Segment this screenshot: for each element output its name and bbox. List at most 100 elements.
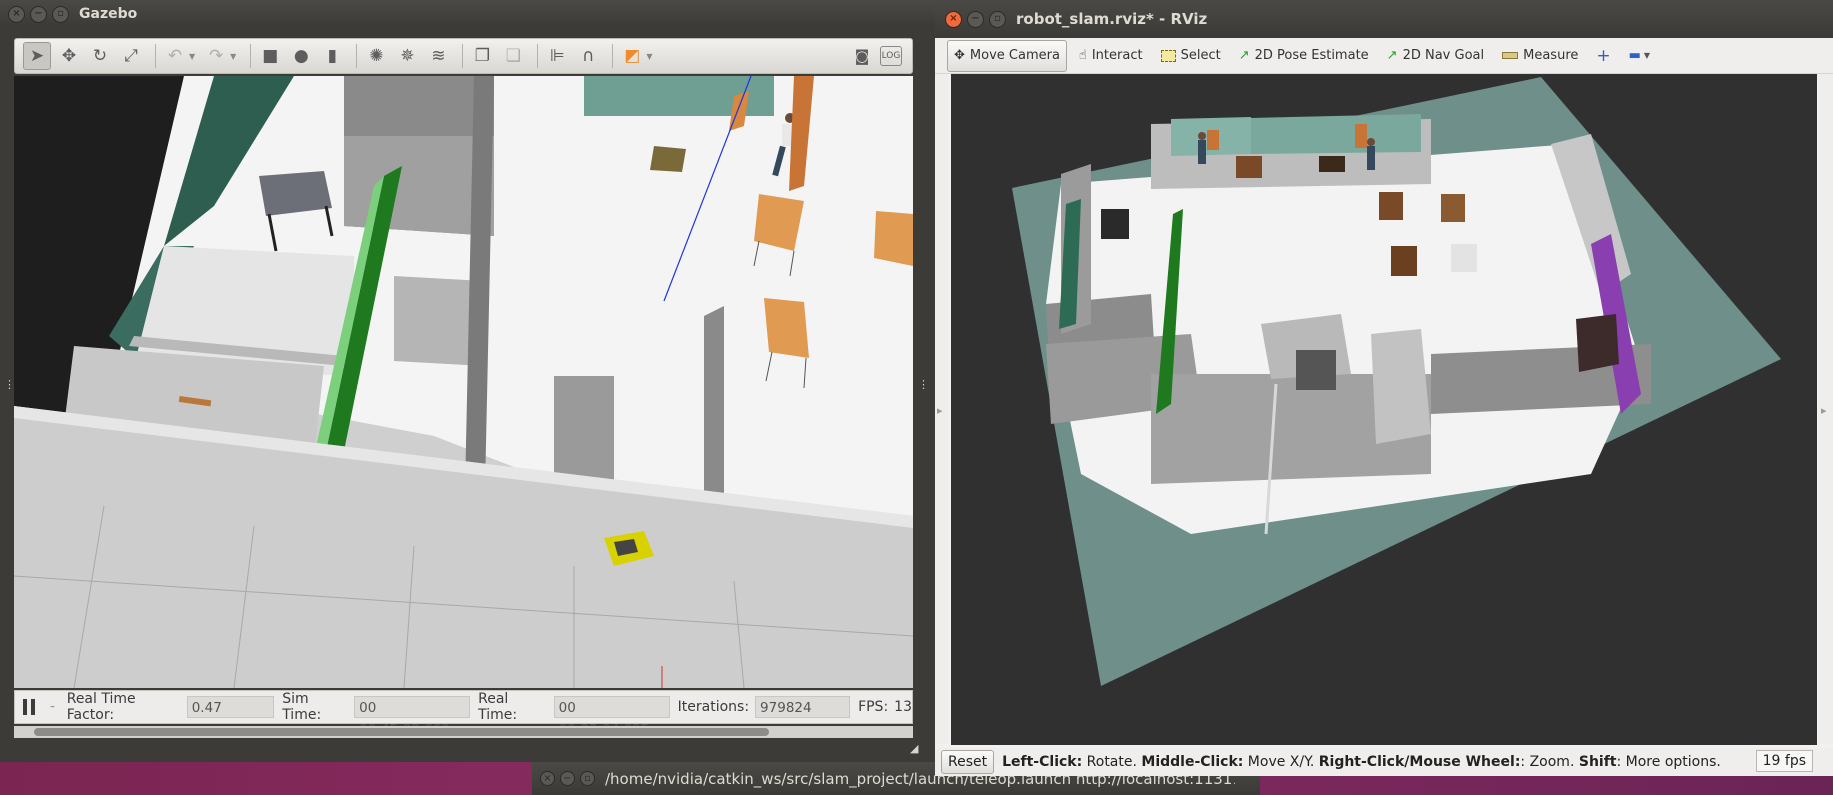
measure-tool[interactable]: Measure bbox=[1496, 41, 1584, 71]
real-time-value: 00 00:33:04.095 bbox=[553, 696, 670, 738]
redo-button[interactable]: ↷ bbox=[203, 43, 229, 69]
copy-button[interactable]: ❐ bbox=[469, 43, 495, 69]
close-window-button[interactable]: × bbox=[945, 10, 962, 28]
table bbox=[1319, 156, 1345, 172]
select-tool[interactable]: Select bbox=[1155, 41, 1227, 71]
toolbar-separator bbox=[155, 44, 156, 68]
view-angle-dropdown-icon[interactable]: ▼ bbox=[646, 52, 652, 61]
toolbar-separator bbox=[462, 44, 464, 68]
align-icon: ⊫ bbox=[549, 46, 565, 66]
move-camera-tool[interactable]: ✥ Move Camera bbox=[947, 39, 1067, 72]
directional-light-button[interactable]: ≋ bbox=[425, 43, 451, 69]
real-time-factor-value: 0.47 bbox=[186, 696, 275, 718]
measure-label: Measure bbox=[1523, 48, 1579, 63]
partition-wall bbox=[704, 306, 724, 506]
pause-icon bbox=[31, 699, 35, 715]
sphere-icon: ● bbox=[293, 46, 309, 66]
gazebo-title-bar[interactable]: × − ▫ Gazebo bbox=[0, 0, 935, 28]
rotate-icon: ↻ bbox=[92, 46, 108, 66]
horizontal-scrollbar[interactable] bbox=[14, 726, 913, 738]
left-panel-collapse-rail[interactable]: ▸ bbox=[935, 74, 948, 744]
shift-desc: : More options. bbox=[1616, 754, 1721, 770]
add-tool-button[interactable]: + bbox=[1590, 41, 1616, 71]
terminal-maximize-button[interactable]: ▫ bbox=[580, 771, 595, 786]
minimize-window-button[interactable]: − bbox=[967, 10, 984, 28]
magnet-icon: ∩ bbox=[582, 46, 595, 66]
log-button[interactable]: LOG bbox=[880, 46, 902, 66]
redo-dropdown-icon[interactable]: ▼ bbox=[230, 52, 236, 61]
move-arrows-icon: ✥ bbox=[61, 46, 77, 66]
toolbar-separator bbox=[537, 44, 539, 68]
right-splitter-handle[interactable]: ⋮ bbox=[918, 378, 929, 391]
left-splitter-handle[interactable]: ⋮ bbox=[4, 378, 15, 391]
minimize-icon: − bbox=[34, 8, 43, 19]
cube-view-icon: ◩ bbox=[624, 46, 641, 66]
terminal-close-button[interactable]: × bbox=[540, 771, 555, 786]
rviz-window: × − ▫ robot_slam.rviz* - RViz ✥ Move Cam… bbox=[935, 0, 1833, 776]
point-light-button[interactable]: ✺ bbox=[363, 43, 389, 69]
minimize-icon: − bbox=[563, 772, 572, 784]
shift-label: Shift bbox=[1578, 754, 1617, 770]
point-cloud-wall-green bbox=[1251, 114, 1421, 154]
maximize-icon: ▫ bbox=[994, 13, 1001, 24]
table bbox=[1236, 156, 1262, 178]
scrollbar-thumb[interactable] bbox=[34, 728, 769, 736]
iterations-label: Iterations: bbox=[677, 699, 750, 715]
door-orange bbox=[1207, 130, 1219, 150]
snap-button[interactable]: ∩ bbox=[575, 43, 601, 69]
minimize-icon: − bbox=[971, 13, 980, 24]
rotate-mode-button[interactable]: ↻ bbox=[87, 43, 113, 69]
undo-dropdown-icon[interactable]: ▼ bbox=[189, 52, 195, 61]
table bbox=[1441, 194, 1465, 222]
undo-button[interactable]: ↶ bbox=[162, 43, 188, 69]
rviz-3d-viewport[interactable] bbox=[951, 74, 1817, 745]
close-icon: × bbox=[949, 13, 958, 24]
spot-light-button[interactable]: ✵ bbox=[394, 43, 420, 69]
collapse-left-icon: ▸ bbox=[937, 404, 943, 417]
table bbox=[650, 146, 686, 172]
scale-icon: ⤢ bbox=[124, 46, 138, 66]
close-window-button[interactable]: × bbox=[8, 5, 25, 23]
nav-goal-tool[interactable]: ↗ 2D Nav Goal bbox=[1381, 41, 1490, 71]
pose-estimate-tool[interactable]: ↗ 2D Pose Estimate bbox=[1233, 41, 1375, 71]
box-shape-button[interactable]: ■ bbox=[257, 43, 283, 69]
screenshot-button[interactable]: ◙ bbox=[849, 43, 875, 69]
minimize-window-button[interactable]: − bbox=[30, 5, 47, 23]
select-mode-button[interactable]: ➤ bbox=[23, 42, 51, 70]
minus-icon: ▬ bbox=[1628, 48, 1641, 63]
pose-estimate-label: 2D Pose Estimate bbox=[1254, 48, 1369, 63]
fps-label: FPS: bbox=[858, 699, 889, 715]
translate-mode-button[interactable]: ✥ bbox=[56, 43, 82, 69]
remove-tool-button[interactable]: ▬ ▼ bbox=[1623, 41, 1656, 71]
align-button[interactable]: ⊫ bbox=[544, 43, 570, 69]
gazebo-window-title: Gazebo bbox=[79, 6, 138, 22]
nav-goal-label: 2D Nav Goal bbox=[1402, 48, 1485, 63]
right-click-desc: : Zoom. bbox=[1520, 754, 1579, 770]
cylinder-shape-button[interactable]: ▮ bbox=[319, 43, 345, 69]
interact-tool[interactable]: ☝ Interact bbox=[1073, 41, 1149, 71]
resize-grip-icon[interactable]: ◢ bbox=[910, 742, 918, 755]
rviz-title-bar[interactable]: × − ▫ robot_slam.rviz* - RViz bbox=[935, 0, 1833, 38]
gazebo-3d-viewport[interactable] bbox=[14, 76, 913, 688]
sphere-shape-button[interactable]: ● bbox=[288, 43, 314, 69]
mouse-hint-text: Left-Click: Rotate. Middle-Click: Move X… bbox=[1002, 754, 1721, 770]
interact-label: Interact bbox=[1091, 48, 1143, 63]
paste-icon: ❏ bbox=[505, 46, 521, 66]
scale-mode-button[interactable]: ⤢ bbox=[118, 43, 144, 69]
paste-button[interactable]: ❏ bbox=[500, 43, 526, 69]
right-panel-collapse-rail[interactable]: ▸ bbox=[1818, 74, 1833, 744]
middle-click-label: Middle-Click: bbox=[1141, 754, 1244, 770]
maximize-icon: ▫ bbox=[57, 8, 64, 19]
sim-time-value: 00 00:45:08.662 bbox=[354, 696, 471, 738]
maximize-window-button[interactable]: ▫ bbox=[989, 10, 1006, 28]
maximize-window-button[interactable]: ▫ bbox=[52, 5, 69, 23]
terminal-minimize-button[interactable]: − bbox=[560, 771, 575, 786]
table bbox=[1391, 246, 1417, 276]
view-angle-button[interactable]: ◩ bbox=[619, 43, 645, 69]
reset-button[interactable]: Reset bbox=[941, 750, 995, 774]
fps-indicator: 19 fps bbox=[1755, 750, 1813, 772]
rviz-window-title: robot_slam.rviz* - RViz bbox=[1016, 10, 1208, 28]
camera-icon: ◙ bbox=[854, 47, 870, 65]
pause-button[interactable] bbox=[23, 699, 36, 715]
step-icon[interactable]: – bbox=[50, 702, 55, 712]
